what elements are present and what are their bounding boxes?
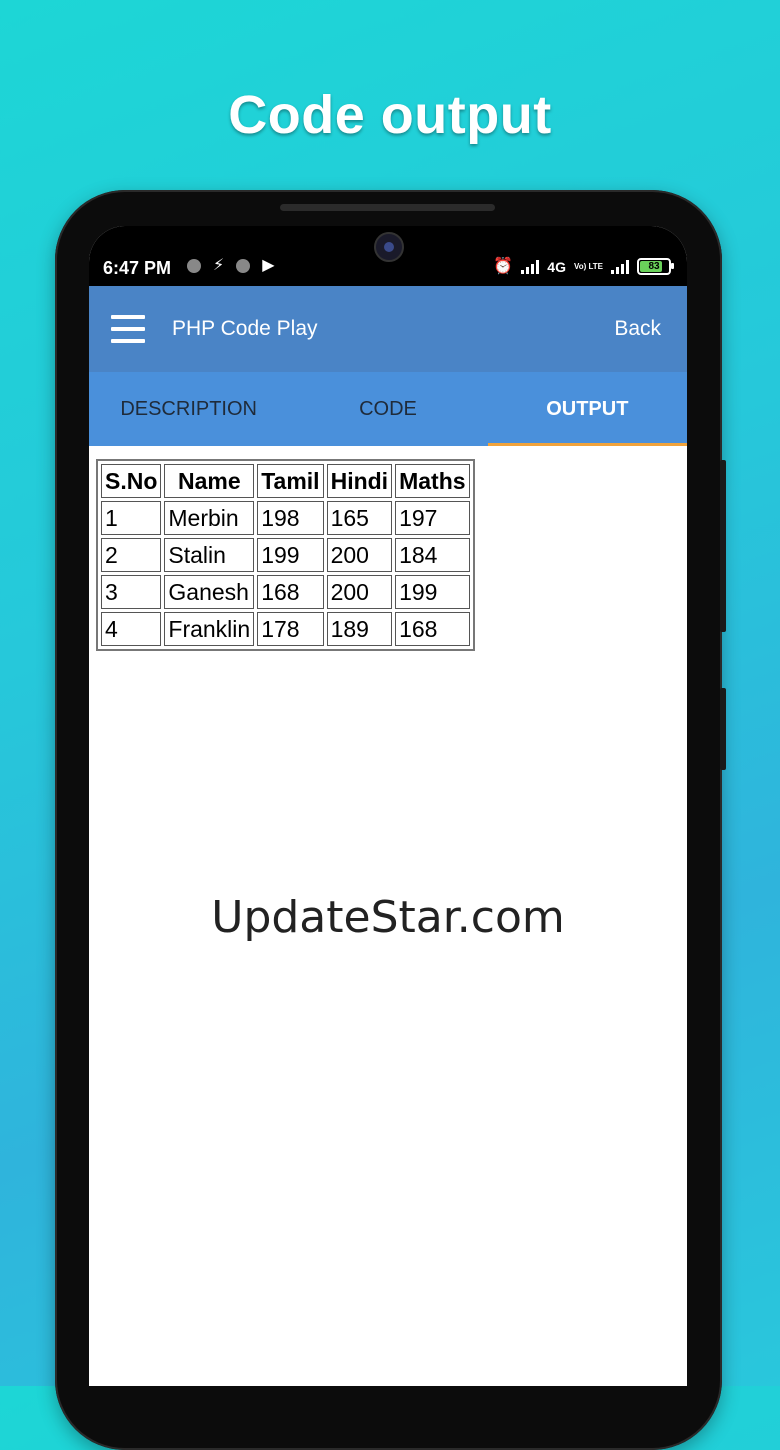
battery-icon: 83 (637, 258, 674, 275)
signal-icon (611, 259, 629, 274)
table-cell: 4 (101, 612, 162, 646)
status-bar: 6:47 PM ⚡ ▶ ⏰ 4G Vo) LTE 83 (89, 226, 687, 286)
marks-table: S.No Name Tamil Hindi Maths 1 Merbin 198… (96, 459, 475, 651)
table-cell: Stalin (164, 538, 255, 572)
table-cell: 1 (101, 501, 162, 535)
table-cell: 197 (395, 501, 470, 535)
table-cell: 178 (257, 612, 324, 646)
table-cell: 3 (101, 575, 162, 609)
back-button[interactable]: Back (614, 317, 661, 341)
table-cell: 168 (257, 575, 324, 609)
signal-icon (521, 259, 540, 274)
table-cell: 199 (257, 538, 324, 572)
table-cell: 189 (326, 612, 393, 646)
earpiece-speaker (280, 204, 495, 211)
table-cell: 200 (326, 575, 393, 609)
table-cell: 165 (326, 501, 393, 535)
network-type: 4G (547, 258, 566, 275)
table-cell: Franklin (164, 612, 255, 646)
notification-dot-icon (236, 259, 251, 273)
column-header: S.No (101, 464, 162, 498)
table-cell: Merbin (164, 501, 255, 535)
tab-bar: DESCRIPTION CODE OUTPUT (89, 372, 687, 446)
volume-button (720, 460, 726, 632)
phone-screen: 6:47 PM ⚡ ▶ ⏰ 4G Vo) LTE 83 PHP Code Pla… (89, 226, 687, 1386)
promo-title: Code output (228, 85, 552, 145)
notification-dot-icon (187, 259, 201, 273)
table-cell: 198 (257, 501, 324, 535)
column-header: Hindi (326, 464, 393, 498)
play-store-icon: ▶ (262, 257, 275, 274)
table-cell: 168 (395, 612, 470, 646)
output-area: S.No Name Tamil Hindi Maths 1 Merbin 198… (89, 446, 687, 1386)
watermark: UpdateStar.com (211, 892, 565, 943)
table-cell: Ganesh (164, 575, 255, 609)
column-header: Tamil (257, 464, 324, 498)
table-cell: 199 (395, 575, 470, 609)
app-title: PHP Code Play (172, 317, 318, 340)
table-row: 4 Franklin 178 189 168 (101, 612, 470, 646)
tab-code[interactable]: CODE (288, 372, 487, 446)
menu-icon[interactable] (111, 315, 145, 343)
table-row: 3 Ganesh 168 200 199 (101, 575, 470, 609)
battery-percent: 83 (648, 261, 660, 272)
front-camera (374, 232, 404, 262)
column-header: Maths (395, 464, 470, 498)
column-header: Name (164, 464, 255, 498)
table-cell: 200 (326, 538, 393, 572)
table-row: 1 Merbin 198 165 197 (101, 501, 470, 535)
status-time: 6:47 PM (103, 258, 172, 278)
table-header-row: S.No Name Tamil Hindi Maths (101, 464, 470, 498)
table-row: 2 Stalin 199 200 184 (101, 538, 470, 572)
app-bar: PHP Code Play Back (89, 286, 687, 372)
volte-badge: Vo) LTE (573, 261, 603, 271)
status-icons-left: ⚡ ▶ (187, 258, 275, 274)
flash-icon: ⚡ (213, 257, 225, 274)
power-button (720, 688, 726, 770)
tab-output[interactable]: OUTPUT (487, 372, 687, 446)
table-cell: 184 (395, 538, 470, 572)
alarm-icon: ⏰ (493, 257, 514, 275)
status-icons-right: ⏰ 4G Vo) LTE 83 (493, 257, 674, 275)
tab-description[interactable]: DESCRIPTION (89, 372, 288, 446)
table-cell: 2 (101, 538, 162, 572)
